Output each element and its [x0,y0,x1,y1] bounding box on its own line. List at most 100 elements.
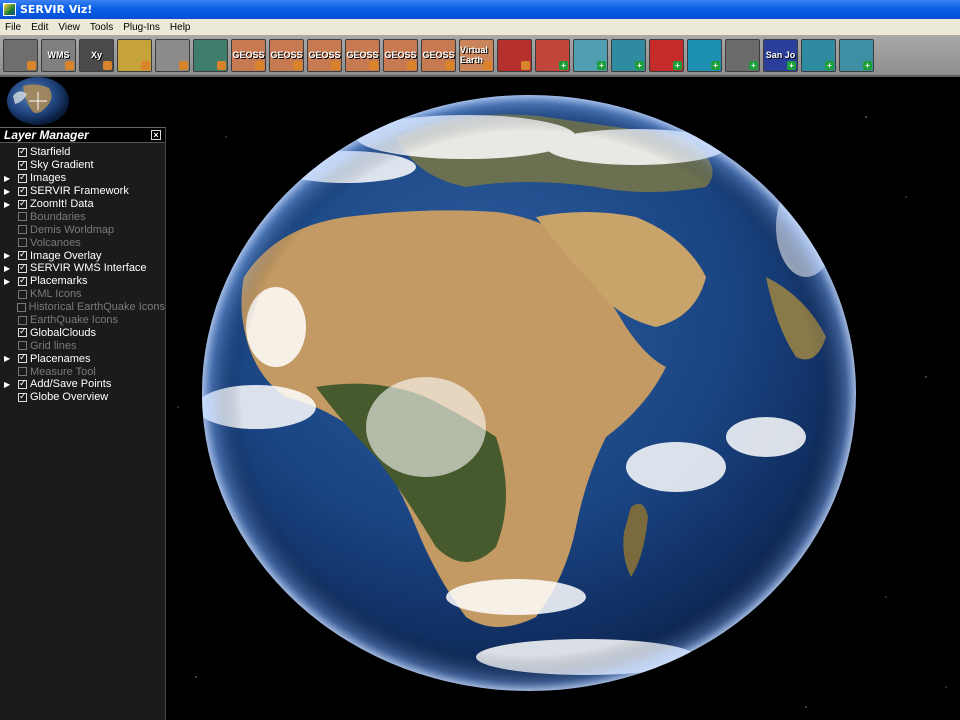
layer-manager-title: Layer Manager [4,128,89,142]
toolbar-button-elevation[interactable]: + [839,38,874,72]
layer-item[interactable]: EarthQuake Icons [0,314,165,327]
expand-arrow-icon[interactable]: ▶ [4,187,14,196]
layer-item[interactable]: Sky Gradient [0,159,165,172]
layer-item[interactable]: ▶ SERVIR WMS Interface [0,262,165,275]
menu-view[interactable]: View [53,22,85,33]
expand-arrow-icon[interactable]: ▶ [4,380,14,389]
menu-edit[interactable]: Edit [26,22,53,33]
layer-checkbox[interactable] [18,249,27,261]
layer-checkbox[interactable] [18,341,27,351]
layer-checkbox[interactable] [18,225,27,235]
expand-arrow-icon[interactable]: ▶ [4,251,14,260]
layer-checkbox[interactable] [18,172,27,183]
toolbar-button-hazard[interactable]: + [649,38,684,72]
layer-label: Historical EarthQuake Icons [28,301,165,314]
menu-help[interactable]: Help [165,22,196,33]
layer-checkbox[interactable] [18,198,27,209]
layer-item[interactable]: Measure Tool [0,365,165,378]
layer-checkbox[interactable] [18,326,27,338]
layer-label: SERVIR Framework [30,185,129,198]
layer-checkbox[interactable] [18,315,27,325]
expand-arrow-icon[interactable]: ▶ [4,277,14,286]
layer-checkbox[interactable] [16,302,26,312]
layer-item[interactable]: Starfield [0,146,165,159]
toolbar-button-geoss5[interactable]: GEOSS [383,38,418,72]
layer-item[interactable]: ▶ SERVIR Framework [0,185,165,198]
menu-plugins[interactable]: Plug-Ins [118,22,165,33]
toolbar-button-measure[interactable] [155,38,190,72]
toolbar-button-xy[interactable]: Xy [79,38,114,72]
layer-label: Sky Gradient [30,159,94,172]
toolbar-button-geoss3[interactable]: GEOSS [307,38,342,72]
toolbar-button-border[interactable]: + [573,38,608,72]
layer-label: Volcanoes [30,236,81,249]
plus-icon: + [597,60,606,70]
plus-icon: + [863,60,872,70]
layer-label: SERVIR WMS Interface [30,262,147,275]
layer-checkbox[interactable] [18,146,27,157]
menu-tools[interactable]: Tools [85,22,118,33]
toolbar: WMS Xy GEOSS GEOSS GEOSS GEOSS GEOSS GEOSS Virtu… [0,35,960,77]
layer-item[interactable]: ▶ Add/Save Points [0,378,165,391]
layer-item[interactable]: Volcanoes [0,236,165,249]
expand-arrow-icon[interactable]: ▶ [4,200,14,209]
layer-item[interactable]: ▶ Image Overlay [0,249,165,262]
layer-checkbox[interactable] [18,185,27,196]
toolbar-button-fire[interactable]: + [535,38,570,72]
layer-label: Images [30,172,67,185]
toolbar-button-map2[interactable]: + [801,38,836,72]
close-icon[interactable]: × [151,130,161,140]
layer-checkbox[interactable] [18,378,27,389]
toolbar-button-mountain[interactable]: + [725,38,760,72]
layer-item[interactable]: Grid lines [0,339,165,352]
globe-viewport[interactable] [166,77,960,720]
menu-file[interactable]: File [0,22,26,33]
layer-item[interactable]: ▶ ZoomIt! Data [0,198,165,211]
toolbar-button-label: GEOSS [346,50,379,60]
toolbar-button-geoss2[interactable]: GEOSS [269,38,304,72]
layer-checkbox[interactable] [18,262,27,273]
layer-item[interactable]: GlobalClouds [0,326,165,339]
window-title: SERVIR Viz! [20,3,93,16]
layer-checkbox[interactable] [18,159,27,170]
toolbar-button-layers[interactable] [3,38,38,72]
toolbar-button-label: GEOSS [384,50,417,60]
settings-dot-icon [483,60,492,70]
layer-checkbox[interactable] [18,212,27,222]
toolbar-button-water[interactable]: + [687,38,722,72]
layer-item[interactable]: ▶ Placemarks [0,275,165,288]
layer-checkbox[interactable] [18,352,27,364]
toolbar-button-geoss4[interactable]: GEOSS [345,38,380,72]
toolbar-button-virtualearth[interactable]: Virtual Earth [459,38,494,72]
toolbar-button-gradient[interactable] [117,38,152,72]
expand-arrow-icon[interactable]: ▶ [4,354,14,363]
layer-checkbox[interactable] [18,367,27,377]
layer-checkbox[interactable] [18,238,27,248]
expand-arrow-icon[interactable]: ▶ [4,174,14,183]
layer-item[interactable]: ▶ Placenames [0,352,165,365]
toolbar-button-map1[interactable]: + [611,38,646,72]
toolbar-button-label: WMS [47,50,70,60]
layer-item[interactable]: Demis Worldmap [0,223,165,236]
layer-item[interactable]: Boundaries [0,210,165,223]
layer-item[interactable]: ▶ Images [0,172,165,185]
globe-overview[interactable] [5,76,71,126]
layer-checkbox[interactable] [18,275,27,286]
toolbar-button-geoss1[interactable]: GEOSS [231,38,266,72]
layer-label: Grid lines [30,339,77,352]
toolbar-button-geoss6[interactable]: GEOSS [421,38,456,72]
layer-item[interactable]: Historical EarthQuake Icons [0,301,165,314]
toolbar-button-wms[interactable]: WMS [41,38,76,72]
settings-dot-icon [293,60,302,70]
expand-arrow-icon[interactable]: ▶ [4,264,14,273]
toolbar-button-chart[interactable] [193,38,228,72]
layer-item[interactable]: Globe Overview [0,391,165,404]
layer-item[interactable]: KML Icons [0,288,165,301]
toolbar-button-sanjose[interactable]: San Jo + [763,38,798,72]
toolbar-button-radar[interactable] [497,38,532,72]
settings-dot-icon [445,60,454,70]
layer-checkbox[interactable] [18,289,27,299]
layer-checkbox[interactable] [18,391,27,402]
title-bar[interactable]: SERVIR Viz! [0,0,960,19]
settings-dot-icon [141,60,150,70]
